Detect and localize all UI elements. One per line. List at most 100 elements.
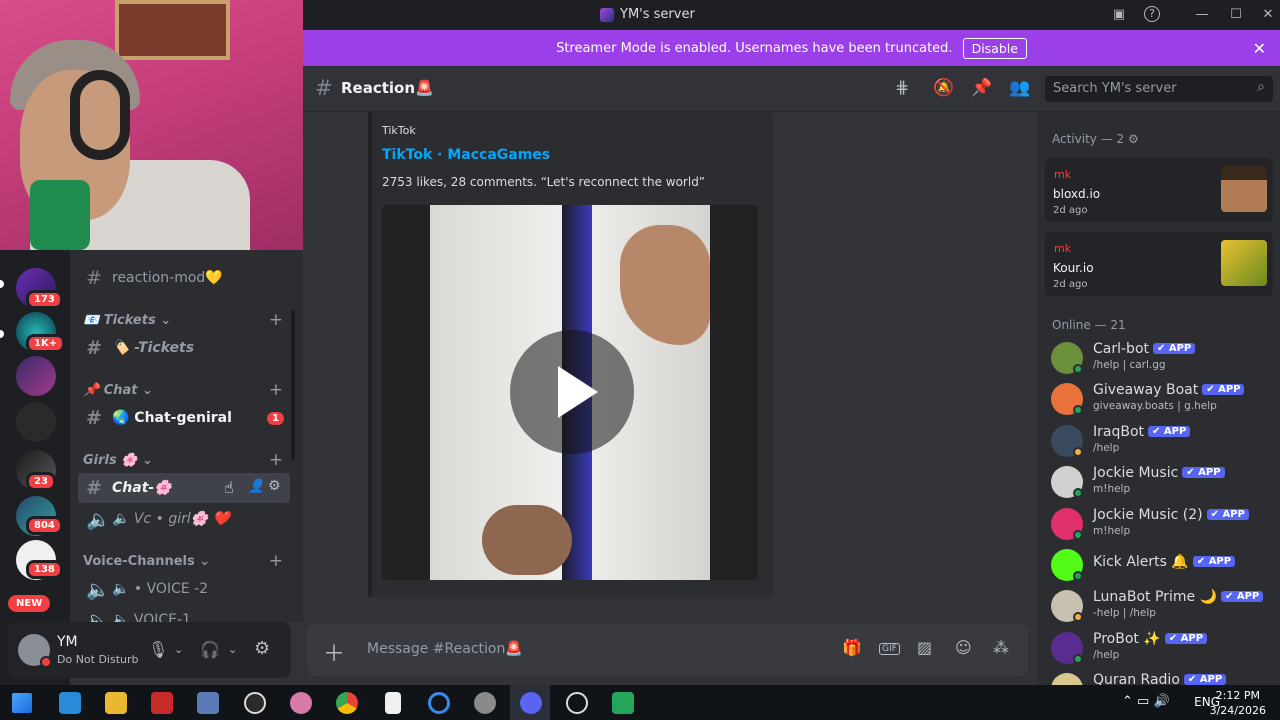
chrome-icon[interactable] [336,692,358,714]
app-badge: ✔ APP [1220,591,1264,602]
channel-voice-2[interactable]: 🔈 🔈 • VOICE -2 [78,574,290,604]
server-icon-3[interactable] [16,356,56,396]
discord-icon[interactable] [520,692,542,714]
speaker-icon: 🔈 [86,508,110,531]
headphones-icon[interactable]: 🎧 [200,640,220,659]
chevron-down-icon[interactable]: ⌄ [174,643,183,656]
app-badge: ✔ APP [1192,556,1236,567]
channel-vc-girl[interactable]: 🔈 🔈 Vc • girl🌸 ❤️ [78,504,290,534]
channel-tickets[interactable]: # 🏷️ -Tickets [78,333,290,363]
category-tickets[interactable]: 📧 Tickets ⌄ [83,313,171,328]
inbox-icon[interactable]: ▣ [1110,6,1128,24]
windows-start-icon[interactable] [12,693,32,713]
add-channel-icon[interactable]: + [269,450,283,470]
disable-streamer-button[interactable]: Disable [962,37,1027,59]
member-item[interactable]: LunaBot Prime 🌙 ✔ APP -help | /help [1051,586,1273,626]
channel-label: reaction-mod💛 [112,270,223,286]
category-voice[interactable]: Voice-Channels ⌄ [83,554,210,569]
member-item[interactable]: Jockie Music ✔ APP m!help [1051,462,1273,502]
search-placeholder: Search YM's server [1053,81,1177,96]
channel-label: 🔈 Vc • girl🌸 ❤️ [112,511,231,527]
apps-icon[interactable]: ⁂ [993,638,1009,657]
idle-indicator [1073,612,1083,622]
search-input[interactable]: Search YM's server ⌕ [1045,76,1273,102]
channel-chat-girls[interactable]: # Chat-🌸 👤 ⚙ [78,473,290,503]
notepad-icon[interactable] [385,692,401,714]
voice-app-icon[interactable] [151,692,173,714]
member-item[interactable]: Giveaway Boat ✔ APP giveaway.boats | g.he… [1051,379,1273,419]
channel-scrollbar[interactable] [291,310,295,460]
clock[interactable]: 2:12 PM 3/24/2026 [1210,688,1266,718]
channel-reaction-mod[interactable]: # reaction-mod💛 [78,263,290,293]
user-settings-gear-icon[interactable]: ⚙ [254,638,270,659]
server-icon-4[interactable] [16,402,56,442]
invite-icon[interactable]: 👤 [248,479,264,494]
add-channel-icon[interactable]: + [269,551,283,571]
help-icon[interactable]: ? [1144,6,1160,22]
category-chat[interactable]: 📌 Chat ⌄ [83,383,153,398]
add-channel-icon[interactable]: + [269,380,283,400]
member-item[interactable]: Carl-bot ✔ APP /help | carl.gg [1051,338,1273,378]
member-name: Jockie Music (2) [1093,507,1203,523]
add-attachment-icon[interactable]: ＋ [323,636,345,668]
close-banner-icon[interactable]: ✕ [1253,39,1266,58]
embed-title-link[interactable]: TikTok · MaccaGames [382,147,550,163]
server-badge: 173 [26,290,63,309]
embed-provider: TikTok [382,124,416,137]
play-button-icon[interactable] [510,330,634,454]
member-list-icon[interactable]: 👥 [1009,78,1030,98]
activity-time: 2d ago [1053,205,1088,216]
idle-indicator [1073,447,1083,457]
channel-label: 🌏 Chat-geniral [112,410,232,426]
file-explorer-icon[interactable] [105,692,127,714]
gift-icon[interactable]: 🎁 [842,638,862,657]
settings-gear-icon[interactable]: ⚙ [268,478,281,494]
member-item[interactable]: Jockie Music (2) ✔ APP m!help [1051,504,1273,544]
notification-bell-muted-icon[interactable]: 🔕 [933,78,954,98]
app-icon[interactable] [197,692,219,714]
app-icon[interactable] [290,692,312,714]
store-icon[interactable] [59,692,81,714]
member-status: /help | carl.gg [1093,359,1166,371]
username[interactable]: YM [57,634,78,650]
member-item[interactable]: Kick Alerts 🔔 ✔ APP [1051,545,1273,585]
webcam-overlay [0,0,303,250]
channel-voice-1[interactable]: 🔈 🔈 VOICE-1 [78,605,290,623]
app-icon[interactable] [428,692,450,714]
steam-icon[interactable] [244,692,266,714]
gif-icon[interactable]: GIF [879,643,900,655]
speaker-icon: 🔈 [86,609,110,623]
activity-card[interactable]: mk Kour.io 2d ago [1045,232,1273,296]
close-window-button[interactable]: ✕ [1259,6,1277,24]
tray-icons[interactable]: ⌃ ▭ 🔊 [1122,694,1170,709]
channel-label: 🔈 • VOICE -2 [112,581,209,597]
embed-video[interactable] [382,205,758,580]
member-name: IraqBot [1093,424,1145,440]
app-icon[interactable] [566,692,588,714]
app-icon[interactable] [474,692,496,714]
clock-date: 3/24/2026 [1209,704,1266,717]
new-badge[interactable]: NEW [8,595,51,612]
app-icon[interactable] [612,692,634,714]
channel-chat-geniral[interactable]: # 🌏 Chat-geniral 1 [78,403,290,433]
message-composer[interactable]: ＋ Message #Reaction🚨 🎁 GIF ▨ ☺ ⁂ [307,624,1028,676]
microphone-icon[interactable]: 🎙 [148,640,168,659]
activity-user: mk [1054,242,1072,255]
sticker-icon[interactable]: ▨ [917,638,932,657]
member-item[interactable]: ProBot ✨ ✔ APP /help [1051,628,1273,668]
maximize-button[interactable]: ☐ [1227,6,1245,24]
member-item[interactable]: Quran Radio ✔ APP [1051,669,1273,685]
category-girls[interactable]: Girls 🌸 ⌄ [83,453,153,468]
pin-icon[interactable]: 📌 [971,78,992,98]
minimize-button[interactable]: — [1193,6,1211,24]
app-badge: ✔ APP [1164,633,1208,644]
member-item[interactable]: IraqBot ✔ APP /help [1051,421,1273,461]
online-indicator [1073,654,1083,664]
emoji-icon[interactable]: ☺ [955,638,972,657]
add-channel-icon[interactable]: + [269,310,283,330]
chevron-down-icon[interactable]: ⌄ [228,643,237,656]
activity-card[interactable]: mk bloxd.io 2d ago [1045,158,1273,222]
threads-icon[interactable]: ⋕ [895,78,909,98]
status-dnd-indicator [40,656,52,668]
channel-label: 🏷️ -Tickets [112,340,195,356]
